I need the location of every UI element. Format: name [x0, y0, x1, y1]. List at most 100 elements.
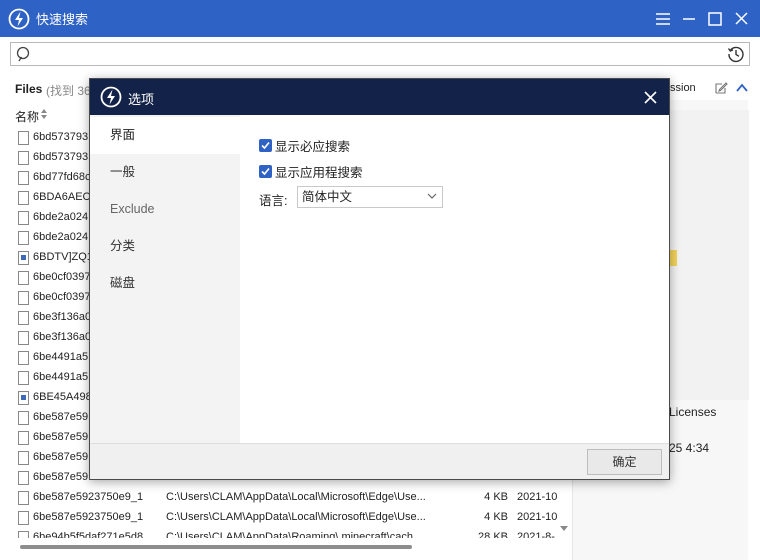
sort-icon [41, 109, 47, 119]
hamburger-icon [656, 12, 670, 25]
file-name: 6be0cf0397 [33, 271, 91, 283]
file-icon [18, 131, 29, 145]
file-path: C:\Users\CLAM\AppData\Local\Microsoft\Ed… [166, 491, 426, 503]
file-name: 6be0cf0397 [33, 291, 91, 303]
maximize-button[interactable] [702, 6, 728, 32]
file-icon [18, 351, 29, 365]
maximize-icon [708, 11, 722, 26]
history-icon[interactable] [727, 45, 745, 63]
file-row[interactable]: 6be587e5923750e9_1 C:\Users\CLAM\AppData\… [0, 488, 560, 508]
file-name: 6be587e59 [33, 471, 89, 483]
file-date: 2021-10 [517, 511, 558, 523]
dialog-logo-icon [100, 86, 122, 108]
file-size: 4 KB [484, 511, 508, 523]
file-size: 4 KB [484, 491, 508, 503]
dialog-footer: 确定 [90, 443, 669, 479]
horizontal-scrollbar[interactable] [0, 541, 572, 553]
file-icon [18, 151, 29, 165]
file-name: 6be3f136a0 [33, 311, 92, 323]
horizontal-scroll-thumb[interactable] [20, 545, 412, 549]
file-name: 6be587e59 [33, 451, 89, 463]
file-date: 2021-8- [517, 531, 555, 538]
file-name: 6be4491a5 [33, 371, 89, 383]
option-show-app-search[interactable]: 显示应用程搜索 [259, 162, 363, 180]
file-name: 6be587e59 [33, 431, 89, 443]
nav-item-general[interactable]: 一般 [90, 154, 240, 191]
close-icon [643, 90, 657, 104]
file-name: 6be587e5923750e9_1 [33, 491, 144, 503]
file-icon [18, 211, 29, 225]
close-icon [734, 12, 748, 25]
window-controls [650, 0, 754, 37]
nav-item-disk[interactable]: 磁盘 [90, 265, 240, 302]
file-icon [18, 471, 29, 485]
minimize-icon [683, 17, 695, 20]
file-icon [18, 431, 29, 445]
file-name: 6be587e5923750e9_1 [33, 511, 144, 523]
dialog-content: 显示必应搜索 显示应用程搜索 语言: 简体中文 [240, 115, 669, 443]
close-button[interactable] [728, 6, 754, 32]
search-icon [16, 46, 30, 62]
file-icon [18, 511, 29, 525]
nav-item-exclude[interactable]: Exclude [90, 191, 240, 228]
file-name: 6bde2a024 [33, 231, 89, 243]
app-titlebar: 快速搜索 [0, 0, 760, 37]
dialog-title: 选项 [128, 92, 155, 107]
language-select[interactable]: 简体中文 [297, 186, 443, 208]
search-bar [10, 42, 750, 66]
option-label: 显示必应搜索 [275, 139, 351, 154]
app-title: 快速搜索 [36, 12, 89, 27]
file-name: 6be587e59 [33, 411, 89, 423]
file-name: 6BDTV]ZQ1 [33, 251, 93, 263]
ok-button[interactable]: 确定 [587, 449, 662, 475]
files-count: (找到 36 [46, 84, 91, 98]
file-icon [18, 331, 29, 345]
session-label: ssion [670, 82, 696, 94]
file-row[interactable]: 6be94b5f5daf271e5d8 C:\Users\CLAM\AppData… [0, 528, 560, 538]
file-icon [18, 371, 29, 385]
file-icon [18, 171, 29, 185]
file-name: 6bde2a024 [33, 211, 89, 223]
search-input[interactable] [37, 45, 717, 63]
chevron-up-icon[interactable] [735, 81, 749, 95]
file-icon [18, 531, 29, 538]
file-row[interactable]: 6be587e5923750e9_1 C:\Users\CLAM\AppData\… [0, 508, 560, 528]
image-file-icon [18, 391, 29, 405]
chevron-down-icon [427, 193, 437, 199]
column-header-name[interactable]: 名称 [15, 108, 39, 125]
file-path: C:\Users\CLAM\AppData\Roaming\.minecraft… [166, 531, 413, 538]
image-file-icon [18, 251, 29, 265]
scroll-down-icon[interactable] [560, 526, 568, 531]
file-icon [18, 451, 29, 465]
nav-item-interface[interactable]: 界面 [90, 117, 240, 154]
file-icon [18, 271, 29, 285]
file-size: 28 KB [478, 531, 508, 538]
dialog-close-button[interactable] [639, 86, 661, 108]
file-name: 6bd77fd68c [33, 171, 91, 183]
file-name: 6be3f136a0 [33, 331, 92, 343]
edit-icon[interactable] [714, 81, 728, 95]
nav-item-category[interactable]: 分类 [90, 228, 240, 265]
file-date: 2021-10 [517, 491, 558, 503]
file-icon [18, 191, 29, 205]
file-name: 6BDA6AEC- [33, 191, 95, 203]
dialog-nav: 界面 一般 Exclude 分类 磁盘 [90, 115, 240, 443]
file-icon [18, 291, 29, 305]
check-icon [261, 167, 270, 175]
preview-info-2: 25 4:34 [669, 441, 710, 455]
app-logo-icon [8, 8, 30, 29]
file-icon [18, 311, 29, 325]
checkbox-checked[interactable] [259, 138, 272, 152]
options-dialog: 选项 界面 一般 Exclude 分类 磁盘 显示必应搜索 显示应用程搜索 语言… [89, 78, 670, 480]
checkbox-checked[interactable] [259, 164, 272, 178]
file-name: 6bd573793 [33, 151, 89, 163]
option-show-bing-search[interactable]: 显示必应搜索 [259, 136, 350, 154]
file-name: 6bd573793 [33, 131, 89, 143]
file-name: 6be94b5f5daf271e5d8 [33, 531, 144, 538]
files-title: Files [15, 82, 43, 96]
file-name: 6be4491a5 [33, 351, 89, 363]
file-icon [18, 491, 29, 505]
minimize-button[interactable] [676, 6, 702, 32]
file-icon [18, 231, 29, 245]
menu-button[interactable] [650, 6, 676, 32]
